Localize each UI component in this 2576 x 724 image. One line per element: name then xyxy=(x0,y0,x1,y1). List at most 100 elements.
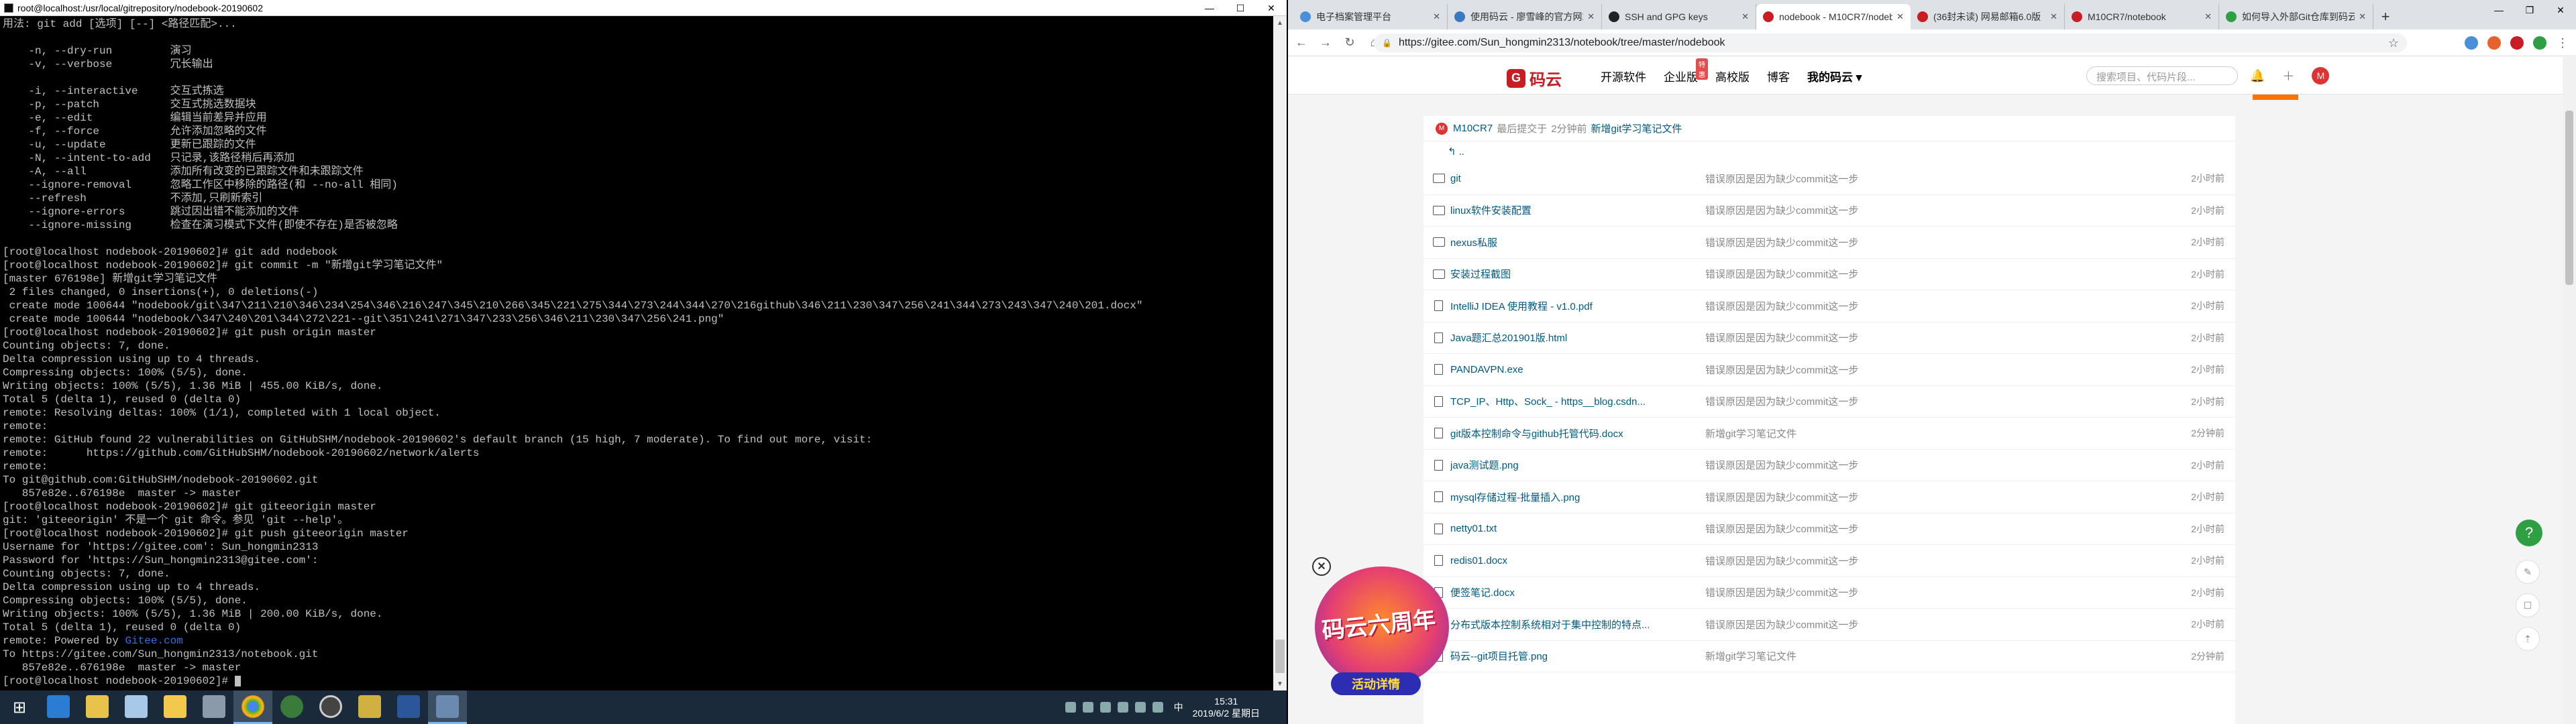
reload-icon[interactable]: ↻ xyxy=(1339,32,1360,54)
volume-icon[interactable] xyxy=(1152,702,1163,713)
taskbar-xshell[interactable] xyxy=(428,690,467,724)
file-commit-message[interactable]: 错误原因是因为缺少commit这一步 xyxy=(1705,458,1947,472)
file-name-link[interactable]: Java题汇总201901版.html xyxy=(1450,330,1699,345)
browser-tab[interactable]: (36封未读) 网易邮箱6.0版 ✕ xyxy=(1911,4,2065,29)
tab-close-icon[interactable]: ✕ xyxy=(1433,11,1440,22)
nav-my-gitee[interactable]: 我的码云 ▾ xyxy=(1807,68,1862,84)
file-row[interactable]: IntelliJ IDEA 使用教程 - v1.0.pdf 错误原因是因为缺少co… xyxy=(1424,290,2235,322)
file-name-link[interactable]: java测试题.png xyxy=(1450,458,1699,472)
file-commit-message[interactable]: 错误原因是因为缺少commit这一步 xyxy=(1705,203,1947,217)
file-name-link[interactable]: git版本控制命令与github托管代码.docx xyxy=(1450,426,1699,440)
powered-by-link[interactable]: Gitee.com xyxy=(125,635,182,647)
tab-close-icon[interactable]: ✕ xyxy=(2204,11,2212,22)
taskbar-folder[interactable] xyxy=(156,690,195,724)
extension-icon[interactable] xyxy=(2533,36,2546,50)
nav-education[interactable]: 高校版 xyxy=(1715,68,1750,84)
file-commit-message[interactable]: 新增git学习笔记文件 xyxy=(1705,426,1947,440)
gitee-logo[interactable]: G 码云 xyxy=(1507,66,1562,90)
new-tab-button[interactable]: + xyxy=(2373,4,2398,29)
file-commit-message[interactable]: 错误原因是因为缺少commit这一步 xyxy=(1705,235,1947,249)
file-commit-message[interactable]: 错误原因是因为缺少commit这一步 xyxy=(1705,267,1947,281)
file-row[interactable]: 便签笔记.docx 错误原因是因为缺少commit这一步 2小时前 xyxy=(1424,577,2235,609)
file-name-link[interactable]: IntelliJ IDEA 使用教程 - v1.0.pdf xyxy=(1450,299,1699,313)
restore-button[interactable]: ❐ xyxy=(2514,0,2545,20)
tab-close-icon[interactable]: ✕ xyxy=(2050,11,2057,22)
file-row[interactable]: linux软件安装配置 错误原因是因为缺少commit这一步 2小时前 xyxy=(1424,195,2235,227)
file-commit-message[interactable]: 错误原因是因为缺少commit这一步 xyxy=(1705,172,1947,186)
browser-tab[interactable]: 电子档案管理平台 ✕ xyxy=(1293,4,1448,29)
file-name-link[interactable]: 分布式版本控制系统相对于集中控制的特点... xyxy=(1450,617,1699,631)
file-row[interactable]: netty01.txt 错误原因是因为缺少commit这一步 2小时前 xyxy=(1424,514,2235,545)
edit-icon[interactable]: ✎ xyxy=(2516,560,2540,584)
parent-directory-link[interactable]: ↰ .. xyxy=(1424,141,2235,162)
terminal-titlebar[interactable]: root@localhost:/usr/local/gitrepository/… xyxy=(0,0,1287,16)
scroll-up-icon[interactable]: ▲ xyxy=(1273,16,1287,29)
file-commit-message[interactable]: 错误原因是因为缺少commit这一步 xyxy=(1705,617,1947,631)
file-row[interactable]: git 错误原因是因为缺少commit这一步 2小时前 xyxy=(1424,163,2235,195)
file-name-link[interactable]: mysql存储过程-批量插入.png xyxy=(1450,490,1699,504)
file-row[interactable]: nexus私服 错误原因是因为缺少commit这一步 2小时前 xyxy=(1424,227,2235,259)
nav-opensource[interactable]: 开源软件 xyxy=(1601,68,1646,84)
nav-enterprise[interactable]: 企业版 特惠 xyxy=(1664,58,1708,84)
file-row[interactable]: mysql存储过程-批量插入.png 错误原因是因为缺少commit这一步 2小时前 xyxy=(1424,481,2235,514)
file-commit-message[interactable]: 错误原因是因为缺少commit这一步 xyxy=(1705,330,1947,345)
nav-blog[interactable]: 博客 xyxy=(1767,68,1790,84)
file-name-link[interactable]: nexus私服 xyxy=(1450,235,1699,249)
promo-details-button[interactable]: 活动详情 xyxy=(1331,672,1421,695)
maximize-button[interactable]: ☐ xyxy=(1225,0,1256,16)
taskbar-word[interactable] xyxy=(389,690,428,724)
browser-tab[interactable]: nodebook - M10CR7/nodebook✕ xyxy=(1756,4,1911,29)
taskbar-notepad[interactable] xyxy=(117,690,156,724)
comment-icon[interactable]: ☐ xyxy=(2516,593,2540,617)
file-commit-message[interactable]: 错误原因是因为缺少commit这一步 xyxy=(1705,394,1947,408)
clock[interactable]: 15:31 2019/6/2 星期日 xyxy=(1193,695,1260,719)
close-button[interactable]: ✕ xyxy=(1256,0,1287,16)
scroll-down-icon[interactable]: ▼ xyxy=(1273,677,1287,690)
start-button[interactable]: ⊞ xyxy=(0,690,39,724)
bookmark-star-icon[interactable]: ☆ xyxy=(2388,36,2399,50)
orange-action-button[interactable] xyxy=(2253,95,2298,100)
scrollbar-thumb[interactable] xyxy=(2565,111,2573,285)
bell-icon[interactable]: 🔔 xyxy=(2250,69,2265,83)
file-name-link[interactable]: git xyxy=(1450,173,1699,184)
file-commit-message[interactable]: 新增git学习笔记文件 xyxy=(1705,649,1947,663)
taskbar-hs[interactable] xyxy=(272,690,311,724)
file-name-link[interactable]: 便签笔记.docx xyxy=(1450,585,1699,599)
menu-icon[interactable]: ⋮ xyxy=(2556,36,2569,50)
file-row[interactable]: 分布式版本控制系统相对于集中控制的特点... 错误原因是因为缺少commit这一步… xyxy=(1424,609,2235,641)
commit-user[interactable]: M10CR7 xyxy=(1453,123,1493,134)
taskbar-app[interactable] xyxy=(350,690,389,724)
forward-icon[interactable]: → xyxy=(1315,32,1336,54)
file-name-link[interactable]: 码云--git项目托管.png xyxy=(1450,649,1699,663)
extension-icon[interactable] xyxy=(2487,36,2501,50)
user-avatar[interactable]: M xyxy=(2312,67,2330,84)
anniversary-promo[interactable]: ✕ 码云六周年 活动详情 xyxy=(1301,553,1462,707)
lock-icon[interactable]: 🔒 xyxy=(1382,38,1392,48)
plus-icon[interactable]: ＋ xyxy=(2282,67,2294,84)
terminal-scrollbar[interactable]: ▲ ▼ xyxy=(1273,16,1287,690)
commit-avatar[interactable]: M xyxy=(1436,122,1448,135)
tab-close-icon[interactable]: ✕ xyxy=(2359,11,2366,22)
minimize-button[interactable]: — xyxy=(1194,0,1225,16)
gitee-search-input[interactable]: 搜索项目、代码片段... xyxy=(2086,66,2238,85)
taskbar-chrome[interactable] xyxy=(233,690,272,724)
ime-indicator[interactable]: 中 xyxy=(1174,701,1183,714)
taskbar-explorer[interactable] xyxy=(78,690,117,724)
page-scrollbar[interactable] xyxy=(2563,57,2576,724)
tray-icon[interactable] xyxy=(1099,702,1111,713)
taskbar-disk[interactable] xyxy=(311,690,350,724)
file-name-link[interactable]: linux软件安装配置 xyxy=(1450,203,1699,217)
file-commit-message[interactable]: 错误原因是因为缺少commit这一步 xyxy=(1705,522,1947,536)
file-row[interactable]: TCP_IP、Http、Sock_ - https__blog.csdn... 错… xyxy=(1424,386,2235,418)
file-name-link[interactable]: PANDAVPN.exe xyxy=(1450,364,1699,375)
help-button[interactable]: ? xyxy=(2516,520,2542,546)
file-commit-message[interactable]: 错误原因是因为缺少commit这一步 xyxy=(1705,585,1947,599)
tray-icon[interactable] xyxy=(1117,702,1128,713)
file-name-link[interactable]: TCP_IP、Http、Sock_ - https__blog.csdn... xyxy=(1450,394,1699,408)
address-bar[interactable]: 🔒 https://gitee.com/Sun_hongmin2313/note… xyxy=(1374,34,2407,52)
browser-tab[interactable]: M10CR7/notebook ✕ xyxy=(2065,4,2219,29)
back-to-top-icon[interactable]: ⇡ xyxy=(2516,627,2540,651)
browser-tab[interactable]: 如何导入外部Git仓库到码云 ✕ xyxy=(2219,4,2373,29)
tab-close-icon[interactable]: ✕ xyxy=(1741,11,1749,22)
extension-icon[interactable] xyxy=(2465,36,2478,50)
